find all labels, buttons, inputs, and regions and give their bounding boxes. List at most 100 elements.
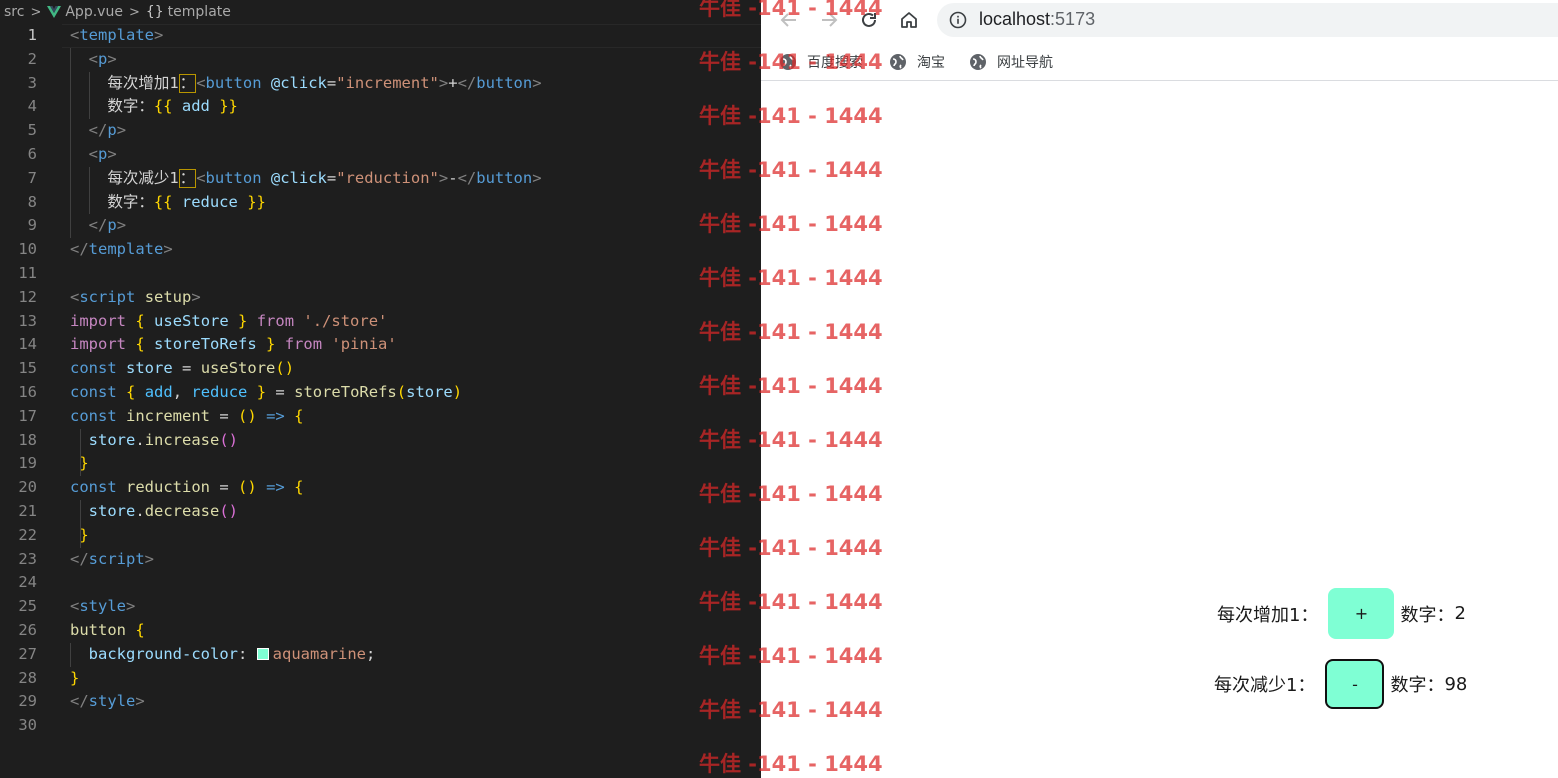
bookmark-baidu[interactable]: 百度搜索 (779, 51, 863, 73)
code-token: template (88, 240, 164, 259)
code-token: add (181, 97, 210, 116)
code-token: => (266, 406, 285, 425)
code-line[interactable]: 19 } (0, 452, 761, 477)
code-token: store (88, 430, 136, 449)
address-bar[interactable]: localhost:5173 (937, 3, 1558, 37)
code-token: { (126, 382, 136, 401)
code-token: > (532, 168, 542, 187)
line-number: 12 (18, 287, 37, 306)
code-token: p (107, 121, 117, 140)
reduce-count-label: 数字： (1390, 675, 1445, 696)
increment-button[interactable]: + (1328, 588, 1395, 639)
code-token: const (70, 382, 117, 401)
code-line[interactable]: 9 </p> (0, 214, 761, 239)
line-number: 1 (27, 26, 37, 44)
back-button[interactable] (777, 8, 801, 32)
breadcrumb-file[interactable]: App.vue (65, 4, 123, 20)
code-token: 数字： (107, 192, 154, 211)
code-line[interactable]: 14 import { storeToRefs } from 'pinia' (0, 333, 761, 357)
code-line[interactable]: 17 const increment = () => { (0, 405, 761, 429)
code-line[interactable]: 4 数字：{{ add }} (0, 95, 761, 120)
breadcrumb: src > App.vue > {} template (0, 0, 761, 24)
code-token: "reduction" (336, 168, 439, 187)
code-line[interactable]: 2 <p> (0, 47, 761, 72)
code-line[interactable]: 11 (0, 262, 761, 286)
increment-label: 每次增加1： (1217, 604, 1319, 626)
breadcrumb-symbol[interactable]: template (168, 4, 231, 20)
line-number: 20 (18, 478, 37, 497)
code-token: add (144, 382, 173, 401)
bracket-highlight: ： (178, 73, 197, 93)
code-token: store (88, 501, 136, 520)
code-line[interactable]: 7 每次减少1：<button @click="reduction">-</bu… (0, 166, 761, 191)
code-token: reduce (181, 192, 238, 211)
code-line[interactable]: 28} (0, 667, 761, 691)
reduction-button[interactable]: - (1325, 659, 1385, 709)
code-line[interactable]: 24 (0, 571, 761, 595)
code-line[interactable]: 26 button { (0, 619, 761, 643)
code-token: button (70, 620, 126, 639)
code-token: + (448, 73, 458, 92)
code-token: store (406, 382, 453, 401)
code-token: @click (270, 73, 327, 92)
code-token: store (126, 359, 173, 378)
code-editor[interactable]: src > App.vue > {} template 1 <template> … (0, 0, 761, 778)
code-line[interactable]: 6 <p> (0, 142, 761, 167)
code-token: = (326, 73, 337, 92)
line-number: 17 (18, 406, 37, 425)
code-token: = (182, 359, 192, 378)
bookmark-hao[interactable]: 网址导航 (969, 51, 1053, 73)
code-line[interactable]: 30 (0, 714, 761, 738)
code-line[interactable]: 27 background-color: aquamarine; (0, 642, 761, 667)
line-number: 6 (27, 144, 37, 163)
code-line[interactable]: 18 store.increase() (0, 428, 761, 453)
code-token: }} (219, 97, 238, 116)
code-line[interactable]: 23 </script> (0, 548, 761, 572)
address-url[interactable]: localhost:5173 (979, 9, 1095, 30)
line-number: 13 (18, 311, 37, 330)
info-icon[interactable] (949, 11, 967, 29)
code-token: setup (144, 287, 192, 306)
code-line[interactable]: 13 import { useStore } from './store' (0, 310, 761, 334)
code-token: () (219, 501, 239, 520)
code-line[interactable]: 22 } (0, 523, 761, 548)
code-token: { (294, 406, 304, 425)
code-line[interactable]: 5 </p> (0, 119, 761, 143)
code-line[interactable]: 12 <script setup> (0, 286, 761, 310)
reload-button[interactable] (857, 8, 881, 32)
code-line[interactable]: 1 <template> (0, 24, 761, 48)
line-number: 15 (18, 359, 37, 378)
code-line[interactable]: 3 每次增加1：<button @click="increment">+</bu… (0, 71, 761, 96)
breadcrumb-folder[interactable]: src (4, 4, 24, 20)
code-token: </ (88, 121, 108, 140)
code-token: > (107, 144, 117, 163)
forward-button[interactable] (817, 8, 841, 32)
code-line[interactable]: 8 数字：{{ reduce }} (0, 190, 761, 215)
color-swatch[interactable] (256, 648, 269, 661)
code-area[interactable]: 1 <template> 2 <p> 3 每次增加1：<button @click… (0, 24, 761, 738)
code-line[interactable]: 21 store.decrease() (0, 499, 761, 524)
code-token: import (70, 335, 126, 354)
code-token: increase (144, 430, 220, 449)
code-line[interactable]: 15 const store = useStore() (0, 357, 761, 381)
arrow-right-icon (822, 13, 838, 27)
code-token: = (275, 382, 285, 401)
bookmark-taobao[interactable]: 淘宝 (889, 51, 945, 73)
code-token: script (79, 287, 136, 306)
code-token: useStore (154, 311, 229, 330)
code-line[interactable]: 16 const { add, reduce } = storeToRefs(st… (0, 381, 761, 405)
code-line[interactable]: 25 <style> (0, 595, 761, 619)
code-token: > (154, 26, 164, 44)
code-line[interactable]: 29 </style> (0, 690, 761, 714)
bookmark-label: 淘宝 (917, 55, 945, 71)
line-number: 25 (18, 597, 37, 616)
code-token: } (70, 668, 80, 687)
code-line[interactable]: 10 </template> (0, 238, 761, 262)
code-token: () (238, 478, 257, 497)
reload-icon (862, 12, 876, 27)
code-token: = (219, 406, 229, 425)
home-button[interactable] (897, 8, 921, 32)
code-line[interactable]: 20 const reduction = () => { (0, 476, 761, 500)
code-token: import (70, 311, 126, 330)
code-token: button (476, 168, 533, 187)
